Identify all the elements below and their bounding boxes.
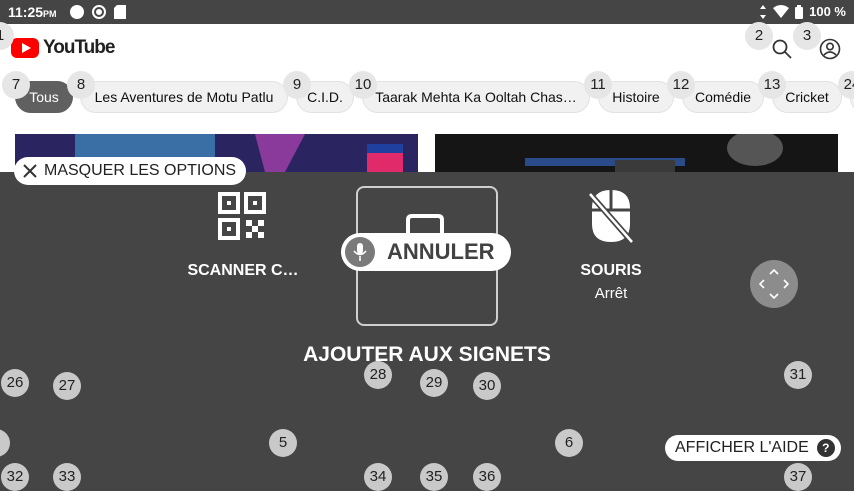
label-badge-10[interactable]: 10 <box>349 71 377 99</box>
label-badge-29[interactable]: 29 <box>420 369 448 397</box>
category-chips: Tous Les Aventures de Motu Patlu C.I.D. … <box>0 72 854 122</box>
circle-notification-icon <box>70 5 84 19</box>
label-badge-3[interactable]: 3 <box>793 22 821 50</box>
battery-level: 100 % <box>809 4 846 19</box>
youtube-play-icon <box>11 38 39 58</box>
close-icon <box>23 164 37 178</box>
microphone-icon <box>345 237 375 267</box>
label-badge-12[interactable]: 12 <box>667 71 695 99</box>
help-icon: ? <box>816 439 835 457</box>
dpad-arrows-icon <box>758 268 790 300</box>
label-badge-26[interactable]: 26 <box>1 369 29 397</box>
sync-notification-icon <box>92 5 106 19</box>
bookmark-title: AJOUTER AUX SIGNETS <box>303 343 551 366</box>
battery-icon <box>795 4 804 19</box>
label-badge-8[interactable]: 8 <box>67 71 95 99</box>
youtube-header: YouTube <box>0 24 854 72</box>
show-help-button[interactable]: AFFICHER L'AIDE ? <box>665 435 841 461</box>
cancel-voice-button[interactable]: ANNULER <box>341 233 511 271</box>
hide-options-label: MASQUER LES OPTIONS <box>44 162 237 179</box>
youtube-logo-text: YouTube <box>43 37 115 58</box>
show-help-label: AFFICHER L'AIDE <box>675 439 809 456</box>
qr-code-icon[interactable] <box>218 192 266 240</box>
label-badge-37[interactable]: 37 <box>784 463 812 491</box>
status-time: 11:25PM <box>8 4 57 20</box>
label-badge-11[interactable]: 11 <box>584 71 612 99</box>
direction-pad[interactable] <box>750 260 798 308</box>
cancel-voice-label: ANNULER <box>387 239 495 264</box>
label-badge-28[interactable]: 28 <box>364 361 392 389</box>
hide-options-button[interactable]: MASQUER LES OPTIONS <box>14 157 247 185</box>
data-transfer-icon <box>760 4 767 19</box>
status-ampm: PM <box>43 9 57 19</box>
label-badge-34[interactable]: 34 <box>364 463 392 491</box>
video-thumbnail-2[interactable] <box>435 134 838 172</box>
label-badge-2[interactable]: 2 <box>745 22 773 50</box>
label-badge-9[interactable]: 9 <box>283 71 311 99</box>
search-icon[interactable] <box>771 38 793 60</box>
chip-taarak-mehta[interactable]: Taarak Mehta Ka Ooltah Chas… <box>362 81 590 113</box>
scan-tile-label[interactable]: SCANNER C… <box>170 262 316 280</box>
label-badge-31[interactable]: 31 <box>784 361 812 389</box>
label-badge-32[interactable]: 32 <box>1 463 29 491</box>
account-icon[interactable] <box>819 38 841 60</box>
status-bar: 11:25PM 100 % <box>0 0 854 24</box>
chip-motu-patlu[interactable]: Les Aventures de Motu Patlu <box>80 81 288 113</box>
label-badge-36[interactable]: 36 <box>473 463 501 491</box>
sd-card-icon <box>114 5 126 19</box>
mouse-tile-label[interactable]: SOURIS <box>560 262 662 280</box>
label-badge-33[interactable]: 33 <box>53 463 81 491</box>
label-badge-30[interactable]: 30 <box>473 372 501 400</box>
label-badge-13[interactable]: 13 <box>758 71 786 99</box>
label-badge-7[interactable]: 7 <box>2 71 30 99</box>
wifi-icon <box>773 5 790 18</box>
status-right: 100 % <box>759 4 846 19</box>
youtube-logo[interactable]: YouTube <box>11 37 115 59</box>
label-badge-35[interactable]: 35 <box>420 463 448 491</box>
mouse-state: Arrêt <box>594 285 628 302</box>
label-badge-27[interactable]: 27 <box>53 372 81 400</box>
label-badge-5[interactable]: 5 <box>269 429 297 457</box>
label-badge-6[interactable]: 6 <box>555 429 583 457</box>
notification-icons <box>70 5 126 19</box>
mouse-off-icon[interactable] <box>588 188 634 244</box>
